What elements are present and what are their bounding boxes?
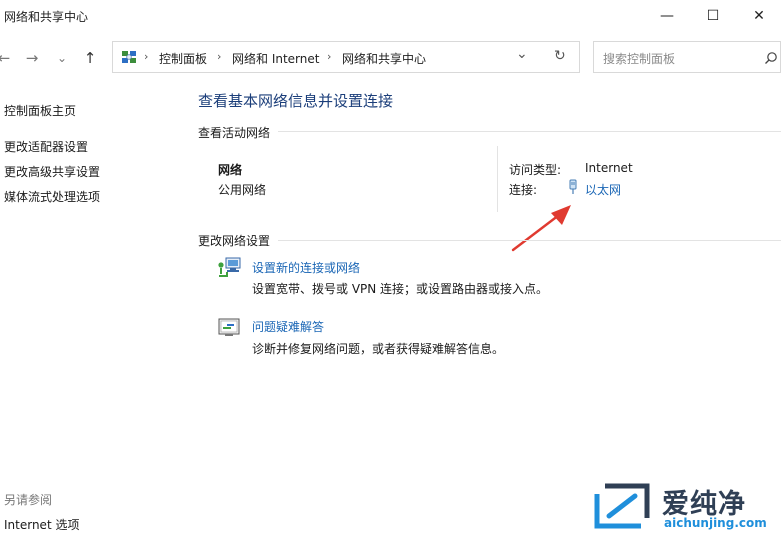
section-divider (278, 131, 781, 132)
page-title: 查看基本网络信息并设置连接 (198, 92, 394, 110)
change-adapter-settings-link[interactable]: 更改适配器设置 (4, 138, 88, 155)
search-input[interactable]: 搜索控制面板 (603, 50, 675, 67)
annotation-arrow-icon (511, 205, 571, 252)
breadcrumb-network-sharing-center[interactable]: 网络和共享中心 (342, 50, 426, 67)
breadcrumb-separator: › (217, 50, 222, 63)
troubleshoot-icon (218, 318, 240, 336)
breadcrumb-control-panel[interactable]: 控制面板 (159, 50, 207, 67)
ethernet-icon (569, 179, 577, 194)
breadcrumb-network-internet[interactable]: 网络和 Internet (232, 50, 319, 67)
maximize-button[interactable]: ☐ (690, 0, 736, 32)
up-button[interactable]: ↑ (78, 46, 102, 70)
forward-button[interactable]: → (20, 46, 44, 70)
change-advanced-sharing-link[interactable]: 更改高级共享设置 (4, 163, 100, 180)
active-networks-heading: 查看活动网络 (198, 126, 271, 140)
recent-locations-button[interactable]: ⌄ (50, 46, 74, 70)
refresh-button[interactable]: ↻ (554, 48, 566, 64)
setup-new-connection-description: 设置宽带、拨号或 VPN 连接；或设置路由器或接入点。 (252, 282, 549, 296)
internet-options-link[interactable]: Internet 选项 (4, 516, 79, 533)
breadcrumb-separator: › (327, 50, 332, 63)
ethernet-connection-link[interactable]: 以太网 (585, 181, 621, 198)
address-dropdown-button[interactable]: ⌄ (516, 46, 528, 62)
back-button[interactable]: ← (0, 46, 16, 70)
section-divider (278, 240, 781, 241)
address-bar[interactable]: › 控制面板 › 网络和 Internet › 网络和共享中心 ⌄ ↻ (112, 41, 580, 73)
access-type-value: Internet (585, 161, 633, 175)
control-panel-home-link[interactable]: 控制面板主页 (4, 102, 76, 119)
setup-new-connection-link[interactable]: 设置新的连接或网络 (252, 259, 360, 276)
network-profile-link[interactable]: 公用网络 (218, 181, 266, 198)
search-box[interactable]: 搜索控制面板 (593, 41, 781, 73)
new-connection-icon (218, 257, 241, 277)
search-icon[interactable] (764, 51, 778, 65)
change-network-settings-heading: 更改网络设置 (198, 234, 271, 248)
access-type-label: 访问类型: (509, 163, 562, 177)
media-streaming-options-link[interactable]: 媒体流式处理选项 (4, 188, 100, 205)
control-panel-icon (122, 51, 136, 63)
watermark-url: aichunjing.com (664, 516, 767, 530)
watermark-logo-icon (594, 483, 650, 529)
breadcrumb-separator: › (144, 50, 149, 63)
troubleshoot-problems-link[interactable]: 问题疑难解答 (252, 318, 324, 335)
troubleshoot-problems-description: 诊断并修复网络问题，或者获得疑难解答信息。 (252, 342, 505, 356)
network-name: 网络 (218, 163, 243, 177)
see-also-heading: 另请参阅 (4, 493, 53, 507)
close-button[interactable]: ✕ (736, 0, 781, 32)
window-title: 网络和共享中心 (4, 10, 89, 24)
minimize-button[interactable]: — (644, 0, 690, 32)
vertical-divider (497, 146, 498, 212)
connection-label: 连接: (509, 183, 538, 197)
